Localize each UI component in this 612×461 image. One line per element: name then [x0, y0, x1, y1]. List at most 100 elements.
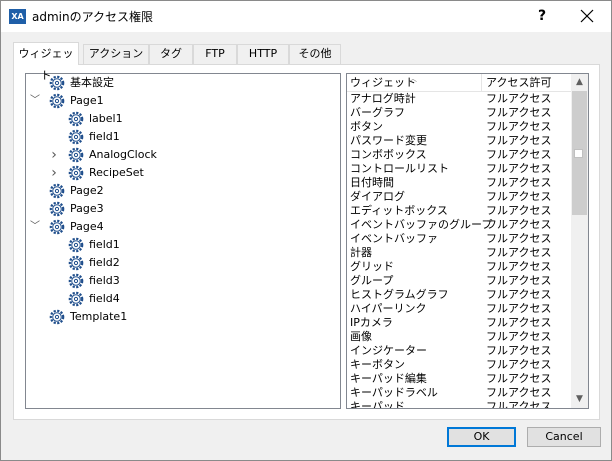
permission-cell: フルアクセス — [486, 246, 552, 259]
chevron-down-icon[interactable]: ﹀ — [30, 92, 40, 110]
list-row[interactable]: コントロールリスト フルアクセス — [347, 162, 571, 176]
widget-name-cell: キーパッドラベル — [350, 386, 438, 399]
tree-item[interactable]: Page3 — [26, 200, 340, 218]
tree-item[interactable]: Page2 — [26, 182, 340, 200]
gear-icon — [68, 147, 84, 163]
tree-item[interactable]: › RecipeSet — [26, 164, 340, 182]
gear-icon — [68, 111, 84, 127]
list-row[interactable]: キーパッドラベル フルアクセス — [347, 386, 571, 400]
tree-item[interactable]: field4 — [26, 290, 340, 308]
widget-name-cell: 画像 — [350, 330, 372, 343]
widget-name-cell: 計器 — [350, 246, 372, 259]
gear-icon — [49, 201, 65, 217]
list-row[interactable]: IPカメラ フルアクセス — [347, 316, 571, 330]
permission-cell: フルアクセス — [486, 148, 552, 161]
tree-item[interactable]: field1 — [26, 236, 340, 254]
widget-tree[interactable]: 基本設定 ﹀ Page1 label1 field1 › AnalogClock › Recip… — [25, 73, 341, 409]
widget-name-cell: IPカメラ — [350, 316, 393, 329]
permission-cell: フルアクセス — [486, 176, 552, 189]
permission-list[interactable]: ウィジェット ︿ アクセス許可 アナログ時計 フルアクセス バーグラフ フルアクセスボ… — [346, 73, 589, 409]
list-row[interactable]: バーグラフ フルアクセス — [347, 106, 571, 120]
permission-cell: フルアクセス — [486, 218, 552, 231]
tree-item-label: label1 — [89, 112, 123, 125]
tree-item-label: AnalogClock — [89, 148, 157, 161]
tree-item[interactable]: 基本設定 — [26, 74, 340, 92]
gear-icon — [49, 219, 65, 235]
tree-item[interactable]: field2 — [26, 254, 340, 272]
widget-name-cell: パスワード変更 — [350, 134, 427, 147]
permission-cell: フルアクセス — [486, 260, 552, 273]
permission-cell: フルアクセス — [486, 92, 552, 105]
tree-item[interactable]: › AnalogClock — [26, 146, 340, 164]
permission-cell: フルアクセス — [486, 302, 552, 315]
close-button[interactable] — [571, 5, 603, 27]
tree-item[interactable]: field1 — [26, 128, 340, 146]
permission-cell: フルアクセス — [486, 288, 552, 301]
list-row[interactable]: コンボボックス フルアクセス — [347, 148, 571, 162]
tab-action[interactable]: アクション — [83, 44, 149, 64]
tab-http[interactable]: HTTP — [237, 44, 289, 64]
tree-item-label: field3 — [89, 274, 120, 287]
permission-cell: フルアクセス — [486, 190, 552, 203]
gear-icon — [68, 291, 84, 307]
tree-item[interactable]: ﹀ Page1 — [26, 92, 340, 110]
tab-tag[interactable]: タグ — [149, 44, 193, 64]
tree-item[interactable]: ﹀ Page4 — [26, 218, 340, 236]
list-row[interactable]: ボタン フルアクセス — [347, 120, 571, 134]
tree-item[interactable]: field3 — [26, 272, 340, 290]
column-header-permission[interactable]: アクセス許可 — [483, 74, 571, 92]
list-row[interactable]: キーパッド編集 フルアクセス — [347, 372, 571, 386]
tab-ftp[interactable]: FTP — [193, 44, 237, 64]
list-row[interactable]: 日付時間 フルアクセス — [347, 176, 571, 190]
chevron-down-icon[interactable]: ﹀ — [30, 218, 40, 236]
tree-item-label: Template1 — [70, 310, 128, 323]
tree-item[interactable]: Template1 — [26, 308, 340, 326]
list-row[interactable]: ハイパーリンク フルアクセス — [347, 302, 571, 316]
chevron-right-icon[interactable]: › — [49, 164, 59, 182]
tree-item-label: Page3 — [70, 202, 104, 215]
app-icon: XA — [9, 9, 26, 24]
gear-icon — [68, 255, 84, 271]
ok-button[interactable]: OK — [447, 427, 516, 447]
scroll-down-icon[interactable]: ▼ — [571, 391, 588, 408]
tree-item-label: field4 — [89, 292, 120, 305]
list-row[interactable]: インジケーター フルアクセス — [347, 344, 571, 358]
gear-icon — [49, 93, 65, 109]
chevron-right-icon[interactable]: › — [49, 146, 59, 164]
permission-cell: フルアクセス — [486, 330, 552, 343]
list-row[interactable]: アナログ時計 フルアクセス — [347, 92, 571, 106]
permission-cell: フルアクセス — [486, 386, 552, 399]
list-row[interactable]: キーパッド... フルアクセス — [347, 400, 571, 408]
list-row[interactable]: グリッド フルアクセス — [347, 260, 571, 274]
tab-widget[interactable]: ウィジェット — [13, 42, 79, 82]
list-row[interactable]: キーボタン フルアクセス — [347, 358, 571, 372]
list-row[interactable]: ダイアログ フルアクセス — [347, 190, 571, 204]
list-row[interactable]: エディットボックス フルアクセス — [347, 204, 571, 218]
list-row[interactable]: イベントバッファのグループ フルアクセス — [347, 218, 571, 232]
vertical-scrollbar[interactable]: ▲ ▼ — [571, 74, 588, 408]
gear-icon — [49, 183, 65, 199]
list-row[interactable]: 画像 フルアクセス — [347, 330, 571, 344]
list-row[interactable]: 計器 フルアクセス — [347, 246, 571, 260]
scroll-marker — [574, 149, 583, 158]
gear-icon — [49, 309, 65, 325]
tree-item-label: field2 — [89, 256, 120, 269]
title-bar[interactable]: XA adminのアクセス権限 ? — [1, 1, 611, 32]
scroll-up-icon[interactable]: ▲ — [571, 74, 588, 91]
widget-name-cell: グループ — [350, 274, 394, 287]
tree-item[interactable]: label1 — [26, 110, 340, 128]
cancel-button[interactable]: Cancel — [527, 427, 601, 447]
permission-cell: フルアクセス — [486, 344, 552, 357]
widget-name-cell: キーパッド... — [350, 400, 416, 408]
column-header-widget[interactable]: ウィジェット ︿ — [347, 74, 482, 92]
sort-arrow-icon: ︿ — [409, 74, 417, 83]
tab-other[interactable]: その他 — [289, 44, 341, 64]
list-row[interactable]: イベントバッファ フルアクセス — [347, 232, 571, 246]
help-button[interactable]: ? — [528, 5, 556, 27]
list-row[interactable]: ヒストグラムグラフ フルアクセス — [347, 288, 571, 302]
widget-name-cell: バーグラフ — [350, 106, 405, 119]
list-row[interactable]: パスワード変更 フルアクセス — [347, 134, 571, 148]
list-row[interactable]: グループ フルアクセス — [347, 274, 571, 288]
tree-item-label: 基本設定 — [70, 76, 114, 89]
list-header: ウィジェット ︿ アクセス許可 — [347, 74, 571, 92]
